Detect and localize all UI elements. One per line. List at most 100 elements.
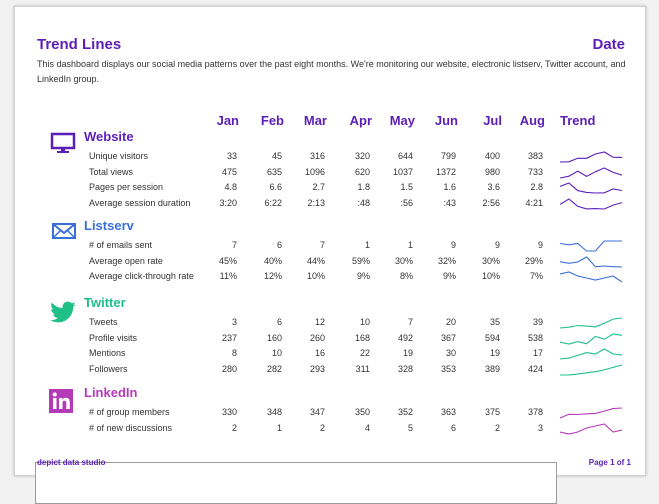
column-header-jun: Jun — [434, 113, 458, 128]
table-cell: 44% — [306, 255, 325, 266]
table-cell: 350 — [354, 407, 370, 417]
table-cell: 6.6 — [269, 182, 282, 192]
envelope-icon — [51, 221, 77, 246]
section-title-listserv: Listserv — [84, 218, 134, 233]
table-cell: 799 — [440, 151, 456, 161]
table-cell: 10% — [306, 271, 325, 281]
row-label: # of group members — [89, 407, 170, 417]
row-label: Average session duration — [89, 197, 191, 208]
table-cell: 389 — [484, 363, 500, 374]
sparkline — [559, 422, 623, 440]
table-cell: 347 — [309, 407, 325, 417]
table-cell: 12% — [263, 271, 282, 281]
section-title-twitter: Twitter — [84, 295, 126, 310]
table-cell: 1 — [276, 422, 282, 433]
table-cell: 45 — [271, 151, 282, 161]
table-cell: 2 — [494, 422, 500, 433]
table-cell: 363 — [440, 407, 456, 417]
table-cell: 328 — [397, 363, 413, 374]
linkedin-icon — [49, 389, 73, 418]
column-header-mar: Mar — [303, 113, 327, 128]
row-label: Average click-through rate — [89, 271, 194, 281]
sparkline — [559, 197, 623, 215]
row-label: Followers — [89, 363, 128, 374]
table-cell: 400 — [484, 151, 500, 161]
row-label: Total views — [89, 166, 134, 177]
table-cell: 39 — [532, 317, 543, 327]
description: This dashboard displays our social media… — [37, 59, 626, 84]
section-title-linkedin: LinkedIn — [84, 385, 138, 400]
table-cell: 6 — [276, 317, 282, 327]
table-cell: 16 — [314, 348, 325, 358]
table-cell: 160 — [266, 332, 282, 343]
table-cell: 280 — [221, 363, 237, 374]
table-cell: 7% — [529, 271, 543, 281]
table-cell: :43 — [443, 197, 456, 208]
table-cell: 17 — [532, 348, 543, 358]
table-cell: 2:56 — [482, 197, 500, 208]
table-cell: 7 — [407, 317, 413, 327]
table-cell: 293 — [309, 363, 325, 374]
row-label: Profile visits — [89, 332, 138, 343]
table-cell: 3.6 — [487, 182, 500, 192]
table-cell: 348 — [266, 407, 282, 417]
table-cell: 2:13 — [307, 197, 325, 208]
column-header-jul: Jul — [483, 113, 502, 128]
table-cell: 424 — [527, 363, 543, 374]
table-cell: 980 — [484, 166, 500, 177]
table-cell: 1 — [364, 240, 370, 250]
table-cell: 40% — [263, 255, 282, 266]
table-cell: 19 — [402, 348, 413, 358]
row-label: Mentions — [89, 348, 126, 358]
table-cell: 35 — [489, 317, 500, 327]
table-cell: 9 — [450, 240, 456, 250]
table-cell: 7 — [319, 240, 325, 250]
table-cell: 383 — [527, 151, 543, 161]
table-cell: 2.7 — [312, 182, 325, 192]
footer-brand: depict data studio — [37, 458, 106, 467]
table-cell: 20 — [445, 317, 456, 327]
table-cell: 330 — [221, 407, 237, 417]
row-label: Pages per session — [89, 182, 164, 192]
table-cell: 10% — [481, 271, 500, 281]
table-cell: 30% — [394, 255, 413, 266]
table-cell: 4:21 — [525, 197, 543, 208]
row-label: Average open rate — [89, 255, 163, 266]
sparkline — [559, 270, 623, 288]
table-cell: 8% — [399, 271, 413, 281]
table-cell: 733 — [527, 166, 543, 177]
table-cell: 475 — [221, 166, 237, 177]
date-label: Date — [592, 36, 625, 53]
sparkline — [559, 363, 623, 381]
table-cell: 538 — [527, 332, 543, 343]
table-cell: 4.8 — [224, 182, 237, 192]
column-header-apr: Apr — [349, 113, 372, 128]
table-cell: 594 — [484, 332, 500, 343]
table-cell: 2 — [319, 422, 325, 433]
table-cell: 9 — [537, 240, 543, 250]
table-cell: 2 — [231, 422, 237, 433]
table-cell: 1372 — [435, 166, 456, 177]
column-header-trend: Trend — [560, 113, 596, 128]
column-header-may: May — [389, 113, 415, 128]
table-cell: 11% — [219, 271, 237, 281]
table-cell: 620 — [354, 166, 370, 177]
table-cell: 45% — [218, 255, 237, 266]
row-label: Unique visitors — [89, 151, 149, 161]
table-cell: 367 — [440, 332, 456, 343]
table-cell: 1.5 — [400, 182, 413, 192]
column-header-feb: Feb — [260, 113, 284, 128]
table-cell: 3:20 — [219, 197, 237, 208]
row-label: # of emails sent — [89, 240, 153, 250]
table-cell: 1.6 — [443, 182, 456, 192]
table-cell: 32% — [437, 255, 456, 266]
table-cell: 3 — [537, 422, 543, 433]
table-cell: 378 — [527, 407, 543, 417]
table-cell: 260 — [309, 332, 325, 343]
table-cell: 1.8 — [357, 182, 370, 192]
table-cell: 1037 — [392, 166, 413, 177]
page-number: Page 1 of 1 — [588, 458, 631, 467]
table-cell: 168 — [354, 332, 370, 343]
table-cell: 9% — [442, 271, 456, 281]
table-cell: 353 — [440, 363, 456, 374]
